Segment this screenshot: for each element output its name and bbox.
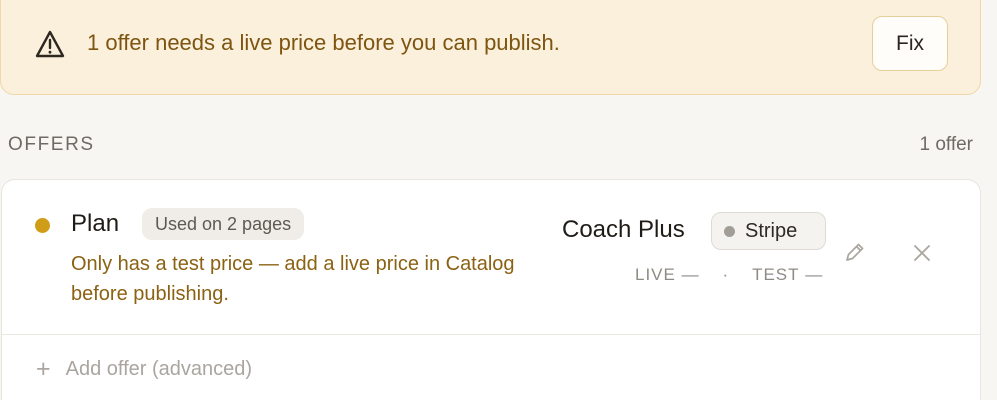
add-offer-label: Add offer (advanced) [65, 358, 253, 380]
plus-icon: + [36, 354, 51, 383]
live-price-label: LIVE [635, 265, 676, 284]
warning-triangle-icon [35, 30, 65, 58]
test-price-value: — [805, 265, 824, 284]
status-dot [35, 218, 50, 233]
offer-name: Plan [71, 210, 120, 237]
offers-count: 1 offer [919, 134, 973, 155]
price-status-line: LIVE — · TEST — [635, 263, 823, 287]
offer-row: Plan Used on 2 pages Only has a test pri… [2, 180, 980, 335]
add-offer-button[interactable]: + Add offer (advanced) [36, 354, 252, 384]
close-icon[interactable] [907, 238, 937, 268]
test-price-label: TEST [752, 265, 800, 284]
provider-badge: Stripe [711, 212, 826, 250]
offers-section-title: OFFERS [8, 134, 95, 155]
offer-warning-text: Only has a test price — add a live price… [71, 253, 515, 305]
fix-button[interactable]: Fix [872, 16, 948, 71]
edit-icon[interactable] [839, 238, 869, 268]
price-separator: · [722, 265, 730, 284]
product-name: Coach Plus [562, 216, 685, 243]
live-price-value: — [681, 265, 700, 284]
offers-page: 1 offer needs a live price before you ca… [0, 0, 997, 400]
provider-status-dot [724, 225, 735, 237]
banner-message: 1 offer needs a live price before you ca… [87, 30, 560, 55]
usage-badge: Used on 2 pages [142, 208, 305, 240]
provider-label: Stripe [745, 220, 798, 242]
offers-card: Plan Used on 2 pages Only has a test pri… [1, 179, 981, 400]
publish-warning-banner: 1 offer needs a live price before you ca… [0, 0, 981, 95]
